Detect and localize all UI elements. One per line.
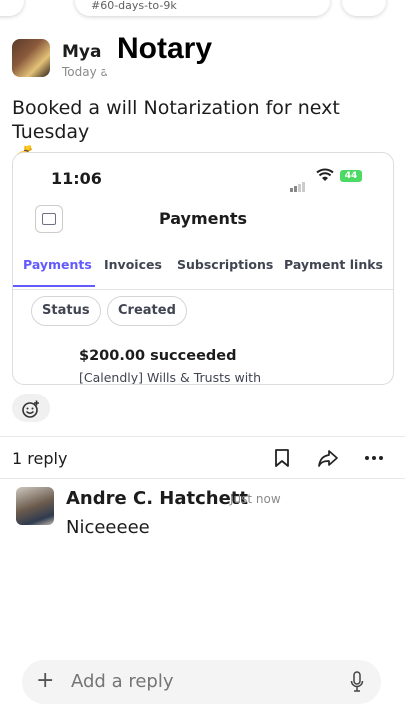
- overlay-title: Notary: [117, 32, 213, 65]
- header-action-button[interactable]: [342, 0, 386, 16]
- add-reaction-icon: [22, 400, 39, 418]
- add-attachment-button[interactable]: +: [36, 668, 54, 693]
- signal-icon: [290, 173, 306, 192]
- avatar[interactable]: [12, 39, 50, 77]
- bookmark-button[interactable]: [274, 448, 290, 473]
- message-author[interactable]: Mya: [62, 42, 101, 62]
- microphone-icon: [350, 671, 364, 692]
- title-overlay: Notary: [105, 24, 241, 76]
- microphone-button[interactable]: [350, 671, 364, 693]
- active-tab-indicator: [13, 285, 95, 287]
- status-filter-chip[interactable]: Status: [31, 296, 101, 326]
- tab-payment-links[interactable]: Payment links: [284, 257, 383, 272]
- reply-avatar[interactable]: [16, 487, 54, 525]
- channel-pill[interactable]: #60-days-to-9k: [75, 0, 330, 16]
- bookmark-icon: [275, 449, 289, 467]
- more-button[interactable]: [364, 448, 384, 473]
- payments-title: Payments: [158, 209, 248, 228]
- reply-text: Niceeeee: [66, 517, 150, 538]
- divider: [0, 436, 405, 437]
- reply-count: 1 reply: [12, 449, 68, 468]
- tab-invoices[interactable]: Invoices: [104, 257, 162, 272]
- message-text: Booked a will Notarization for next Tues…: [12, 97, 340, 143]
- divider: [0, 478, 405, 479]
- add-reaction-button[interactable]: [12, 394, 50, 422]
- tab-subscriptions[interactable]: Subscriptions: [177, 257, 273, 272]
- payment-amount: $200.00 succeeded: [79, 348, 237, 364]
- payment-description: [Calendly] Wills & Trusts with: [79, 370, 261, 385]
- more-icon: [365, 456, 383, 460]
- battery-icon: 44: [340, 170, 362, 182]
- tab-payments[interactable]: Payments: [23, 257, 92, 272]
- status-time: 11:06: [51, 169, 102, 188]
- share-icon: [318, 450, 338, 467]
- channel-name: #60-days-to-9k: [91, 0, 177, 12]
- reply-timestamp: Just now: [230, 492, 281, 506]
- reply-input[interactable]: [71, 671, 331, 692]
- created-filter-chip[interactable]: Created: [107, 296, 187, 326]
- back-button[interactable]: [0, 0, 24, 16]
- attachment-image[interactable]: 11:06 44 Payments Payments Invoices Subs…: [12, 152, 394, 385]
- reply-author[interactable]: Andre C. Hatchett: [66, 488, 248, 509]
- wifi-icon: [316, 168, 334, 186]
- message-timestamp: Today a: [62, 65, 108, 79]
- share-button[interactable]: [317, 448, 339, 473]
